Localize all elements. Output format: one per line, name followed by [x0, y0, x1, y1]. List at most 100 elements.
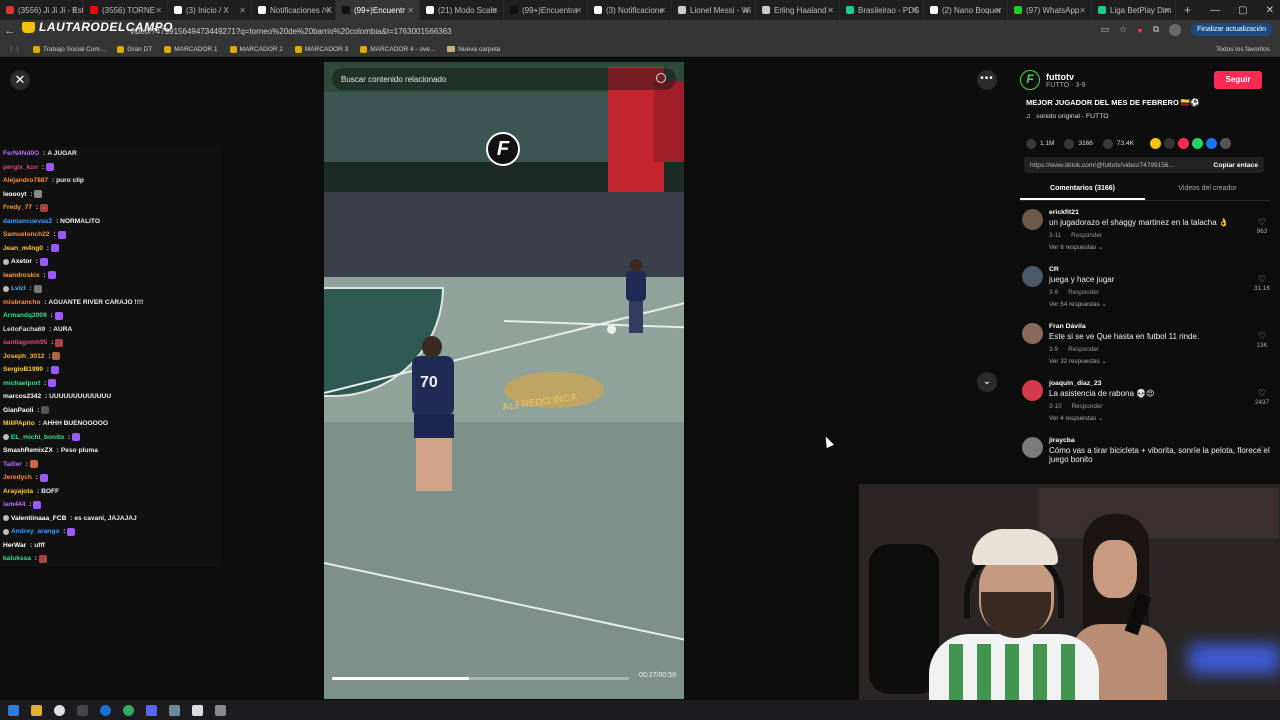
close-tab-icon[interactable]: ✕ [407, 6, 414, 15]
whatsapp-icon[interactable] [1191, 138, 1203, 149]
comment-username[interactable]: CR [1049, 266, 1272, 273]
search-icon[interactable] [656, 73, 666, 83]
chat-username[interactable]: leoooyt [3, 191, 26, 198]
chat-username[interactable]: SergioB1999 [3, 366, 43, 373]
edge-icon[interactable] [100, 704, 111, 716]
heart-outline-icon[interactable]: ♡ [1254, 217, 1270, 228]
chat-username[interactable]: Jeredych [3, 474, 32, 481]
chat-username[interactable]: iam444 [3, 501, 25, 508]
close-tab-icon[interactable]: ✕ [575, 6, 582, 15]
video-progress-bar[interactable] [332, 677, 629, 680]
star-icon[interactable]: ☆ [1119, 24, 1127, 35]
chat-username[interactable]: Alejandro7887 [3, 177, 48, 184]
facebook-icon[interactable] [1205, 138, 1217, 149]
comment-stat[interactable]: 3166 [1064, 138, 1093, 149]
chat-username[interactable]: pergix_kun [3, 164, 38, 171]
chat-username[interactable]: HerWar [3, 542, 26, 549]
close-tab-icon[interactable]: ✕ [491, 6, 498, 15]
close-tab-icon[interactable]: ✕ [911, 6, 918, 15]
chat-username[interactable]: Axetor [11, 258, 32, 265]
related-search-input[interactable]: Buscar contenido relacionado [332, 68, 676, 90]
url-field[interactable]: video/7479915649473449271?q=torneo%20de%… [130, 27, 452, 36]
close-tab-icon[interactable]: ✕ [323, 6, 330, 15]
app-icon[interactable] [77, 704, 88, 716]
new-tab-icon[interactable]: + [1176, 3, 1199, 17]
like-stat[interactable]: 1.1M [1026, 138, 1054, 149]
chat-username[interactable]: Lvizl [11, 285, 26, 292]
back-icon[interactable]: ← [0, 25, 20, 37]
close-tab-icon[interactable]: ✕ [239, 6, 246, 15]
close-tab-icon[interactable]: ✕ [827, 6, 834, 15]
close-tab-icon[interactable]: ✕ [1079, 6, 1086, 15]
browser-tab[interactable]: (97) WhatsApp ✕ [1008, 0, 1092, 20]
comment-like[interactable]: ♡ 31.1K [1254, 274, 1270, 292]
video-link-field[interactable]: https://www.tiktok.com/@futtotv/video/74… [1024, 157, 1264, 173]
close-tab-icon[interactable]: ✕ [743, 6, 750, 15]
browser-tab[interactable]: (2) Nano Boquer ✕ [924, 0, 1008, 20]
next-video-icon[interactable]: ⌄ [977, 372, 997, 392]
obs-icon[interactable] [192, 704, 203, 716]
comment-icon[interactable] [1064, 138, 1075, 149]
follow-button[interactable]: Seguir [1214, 71, 1262, 89]
bookmark-item[interactable]: MARCADOR 3 [294, 45, 348, 53]
folder-icon[interactable] [31, 704, 42, 716]
browser-tab[interactable]: Lionel Messi - Wi ✕ [672, 0, 756, 20]
video-player[interactable]: ALFREDO INCA 70 F Buscar contenido relac… [324, 62, 684, 699]
save-stat[interactable]: 73.4K [1102, 138, 1134, 149]
comment-username[interactable]: jiraycba [1049, 437, 1272, 444]
browser-tab[interactable]: (3556) Ji Ji Ji - Est ✕ [0, 0, 84, 20]
comment-like[interactable]: ♡ [1254, 445, 1270, 456]
reply-button[interactable]: Responder [1072, 403, 1103, 410]
browser-tab[interactable]: (3556) TORNE ✕ [84, 0, 168, 20]
view-replies-button[interactable]: Ver 32 respuestas ⌄ [1049, 358, 1272, 365]
chat-username[interactable]: Samuelonch22 [3, 231, 50, 238]
maximize-icon[interactable]: ▢ [1238, 5, 1247, 16]
comment-avatar[interactable] [1022, 209, 1043, 230]
chat-username[interactable]: EL_michi_bonito [11, 434, 64, 441]
app-icon-2[interactable] [169, 704, 180, 716]
comment-username[interactable]: erickfit21 [1049, 209, 1272, 216]
heart-icon[interactable] [1026, 138, 1036, 149]
tab-creator-videos[interactable]: Videos del creador [1145, 181, 1270, 200]
bookmark-icon[interactable] [1102, 138, 1113, 149]
browser-tab[interactable]: Notificaciones / X ✕ [252, 0, 336, 20]
chat-username[interactable]: SmashRemixZX [3, 447, 53, 454]
comment-like[interactable]: ♡ 963 [1254, 217, 1270, 235]
view-replies-button[interactable]: Ver 6 respuestas ⌄ [1049, 244, 1272, 251]
comment-avatar[interactable] [1022, 380, 1043, 401]
update-button[interactable]: Finalizar actualización [1191, 23, 1272, 36]
chat-username[interactable]: kalukssa [3, 555, 31, 562]
author-block[interactable]: F futtotv FUTTO · 3-9 Seguir [1020, 70, 1272, 90]
reply-button[interactable]: Responder [1068, 346, 1099, 353]
view-replies-button[interactable]: Ver 4 respuestas ⌄ [1049, 415, 1272, 422]
chat-username[interactable]: santiagomh95 [3, 339, 47, 346]
reply-button[interactable]: Responder [1071, 232, 1102, 239]
comment-username[interactable]: Fran Dávila [1049, 323, 1272, 330]
comment-like[interactable]: ♡ 13K [1254, 331, 1270, 349]
comment-username[interactable]: joaquin_diaz_23 [1049, 380, 1272, 387]
comment-avatar[interactable] [1022, 437, 1043, 458]
chat-username[interactable]: Armandq2009 [3, 312, 47, 319]
chrome-icon[interactable] [54, 704, 65, 716]
send-icon[interactable] [1163, 138, 1175, 149]
all-bookmarks[interactable]: Todos los favoritos [1213, 46, 1270, 53]
comment-avatar[interactable] [1022, 323, 1043, 344]
author-name[interactable]: futtotv [1046, 72, 1086, 82]
close-icon[interactable]: ✕ [10, 70, 30, 90]
chat-username[interactable]: Tailler [3, 461, 22, 468]
browser-tab[interactable]: (99+)Encuentra ✕ [504, 0, 588, 20]
share-arrow-icon[interactable] [1219, 138, 1231, 149]
tab-comments[interactable]: Comentarios (3166) [1020, 181, 1145, 200]
bookmark-item[interactable]: Trabajo Social Com... [33, 45, 105, 53]
close-tab-icon[interactable]: ✕ [155, 6, 162, 15]
puzzle-icon[interactable]: ⧉ [1153, 24, 1159, 35]
close-window-icon[interactable]: ✕ [1266, 5, 1274, 16]
browser-tab[interactable]: Liga BetPlay Dim ✕ [1092, 0, 1176, 20]
heart-outline-icon[interactable]: ♡ [1254, 388, 1270, 399]
chat-username[interactable]: marcos2342 [3, 393, 41, 400]
shield-icon[interactable] [215, 704, 226, 716]
close-tab-icon[interactable]: ✕ [995, 6, 1002, 15]
chat-username[interactable]: LeitoFacha69 [3, 326, 45, 333]
chat-username[interactable]: GianPaoli [3, 407, 33, 414]
comment-like[interactable]: ♡ 2437 [1254, 388, 1270, 406]
